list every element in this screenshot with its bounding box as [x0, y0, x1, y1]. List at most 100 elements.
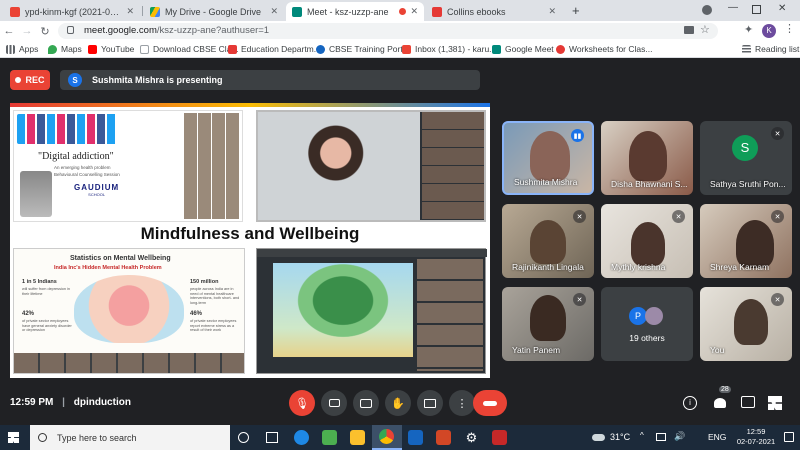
task-view-icon[interactable] [266, 432, 278, 443]
bookmark-worksheets[interactable]: Worksheets for Clas... [556, 44, 652, 54]
gmail-icon [402, 44, 411, 54]
close-window-button[interactable]: ✕ [778, 3, 786, 14]
file-explorer-icon[interactable] [350, 430, 365, 445]
tab-title: My Drive - Google Drive [165, 6, 262, 17]
weather-temp[interactable]: 31°C [610, 432, 630, 442]
meeting-clock: 12:59 PM [10, 397, 54, 408]
bookmark-maps[interactable]: Maps [48, 44, 82, 54]
more-options-button[interactable]: ⋮ [449, 390, 475, 416]
stat3-text: of private sector employees have general… [22, 319, 72, 333]
brain-illustration [74, 275, 184, 343]
extensions-icon[interactable]: ✦ [744, 23, 753, 36]
reading-list[interactable]: Reading list [742, 44, 799, 54]
camera-button[interactable] [321, 390, 347, 416]
tray-chevron-icon[interactable]: ^ [640, 431, 644, 440]
meeting-info-icon[interactable]: i [683, 396, 697, 410]
activities-icon[interactable] [768, 396, 782, 410]
back-arrow-icon[interactable]: ← [0, 25, 18, 37]
close-tab-icon[interactable]: ✕ [126, 6, 134, 17]
participant-name: Disha Bhawnani S... [611, 179, 688, 189]
bookmark-apps[interactable]: Apps [6, 44, 38, 54]
gov-icon [228, 44, 237, 54]
new-tab-button[interactable]: + [572, 3, 580, 18]
network-icon[interactable] [656, 433, 666, 441]
presentation-stage[interactable]: "Digital addiction" An emerging health p… [10, 103, 490, 378]
cbse-icon [316, 44, 325, 54]
presenting-banner: S Sushmita Mishra is presenting [60, 70, 480, 90]
people-button[interactable]: 28 [711, 386, 731, 412]
tab-google-drive[interactable]: My Drive - Google Drive ✕ [144, 2, 284, 21]
acrobat-icon[interactable] [492, 430, 507, 445]
participant-tile[interactable]: ✕ S Sathya Sruthi Pon... [700, 121, 792, 195]
participant-video [530, 220, 566, 264]
camera-in-use-icon[interactable] [684, 26, 694, 34]
slide-top-strip [10, 103, 490, 107]
browser-toolbar: ← → ↻ meet.google.com/ksz-uzzp-ane?authu… [0, 21, 800, 41]
close-tab-icon[interactable]: ✕ [548, 6, 556, 17]
reading-list-icon [742, 44, 751, 54]
bookmark-cbse-training[interactable]: CBSE Training Portal [316, 44, 409, 54]
bookmark-youtube[interactable]: YouTube [88, 44, 134, 54]
participant-tile[interactable]: Disha Bhawnani S... [601, 121, 693, 195]
page-icon [140, 44, 149, 54]
chrome-icon[interactable] [372, 425, 402, 450]
bookmark-label: Maps [61, 44, 82, 54]
more-vertical-icon: ⋮ [456, 397, 468, 410]
present-now-button[interactable] [417, 390, 443, 416]
cortana-icon[interactable] [238, 432, 249, 443]
tab-gmail[interactable]: ypd-kinm-kgf (2021-07-01 at 20 ✕ [4, 2, 140, 21]
maximize-window-button[interactable] [752, 5, 761, 14]
close-tab-icon[interactable]: ✕ [410, 6, 418, 17]
store-icon[interactable] [322, 430, 337, 445]
participant-avatar: S [732, 135, 758, 161]
captions-button[interactable] [353, 390, 379, 416]
bookmark-google-meet[interactable]: Google Meet [492, 44, 554, 54]
bookmark-inbox[interactable]: Inbox (1,381) - karu... [402, 44, 496, 54]
bookmark-download-cbse[interactable]: Download CBSE Cla... [140, 44, 239, 54]
participant-tile-others[interactable]: P 19 others [601, 287, 693, 361]
taskbar-search-box[interactable]: Type here to search [30, 425, 230, 450]
apps-grid-icon [6, 44, 15, 54]
powerpoint-icon[interactable] [436, 430, 451, 445]
raise-hand-button[interactable]: ✋ [385, 390, 411, 416]
lock-icon [67, 26, 74, 34]
bookmark-label: YouTube [101, 44, 135, 54]
mail-icon[interactable] [408, 430, 423, 445]
settings-icon[interactable]: ⚙ [464, 430, 479, 445]
minimize-window-button[interactable]: — [728, 2, 738, 13]
participant-tile[interactable]: ✕ Rajinikanth Lingala [502, 204, 594, 278]
language-indicator[interactable]: ENG [708, 432, 726, 442]
bookmark-label: Apps [19, 44, 39, 54]
participant-tile-self[interactable]: ✕ You [700, 287, 792, 361]
slide-digital-addiction: "Digital addiction" An emerging health p… [13, 110, 243, 222]
participant-tile[interactable]: ✕ Yatin Panem [502, 287, 594, 361]
profile-avatar[interactable]: K [762, 24, 776, 38]
collins-icon [432, 6, 442, 17]
reload-icon[interactable]: ↻ [36, 25, 54, 38]
browser-tab-strip: ypd-kinm-kgf (2021-07-01 at 20 ✕ My Driv… [0, 0, 800, 21]
notifications-icon[interactable] [784, 432, 794, 442]
tab-search-icon[interactable] [702, 5, 712, 15]
participant-tile[interactable]: ✕ Shreya Karnam [700, 204, 792, 278]
more-menu-icon[interactable]: ⋮ [784, 22, 795, 35]
windows-start-icon[interactable] [8, 432, 19, 443]
participant-video [629, 131, 667, 181]
weather-cloud-icon[interactable] [592, 434, 605, 441]
leave-call-button[interactable] [473, 390, 507, 416]
close-tab-icon[interactable]: ✕ [270, 6, 278, 17]
chat-icon[interactable] [741, 396, 755, 408]
school-logo: GAUDIUM SCHOOL [74, 183, 119, 197]
tab-meet[interactable]: Meet - ksz-uzzp-ane ✕ [286, 2, 424, 21]
forward-arrow-icon[interactable]: → [18, 25, 36, 37]
volume-icon[interactable]: 🔊 [674, 431, 685, 442]
bookmark-star-icon[interactable]: ☆ [700, 23, 710, 36]
participant-tile[interactable]: ▮▮ Sushmita Mishra [502, 121, 594, 195]
address-bar[interactable]: meet.google.com/ksz-uzzp-ane?authuser=1 [58, 23, 718, 39]
participant-tile[interactable]: ✕ Mythly krishna [601, 204, 693, 278]
tab-collins-ebooks[interactable]: Collins ebooks ✕ [426, 2, 562, 21]
system-clock[interactable]: 12:59 02-07-2021 [734, 427, 778, 447]
mic-off-button[interactable]: 🎙 [289, 390, 315, 416]
bookmark-education-dept[interactable]: Education Departm... [228, 44, 321, 54]
slide-title: Mindfulness and Wellbeing [140, 224, 360, 243]
edge-icon[interactable] [294, 430, 309, 445]
